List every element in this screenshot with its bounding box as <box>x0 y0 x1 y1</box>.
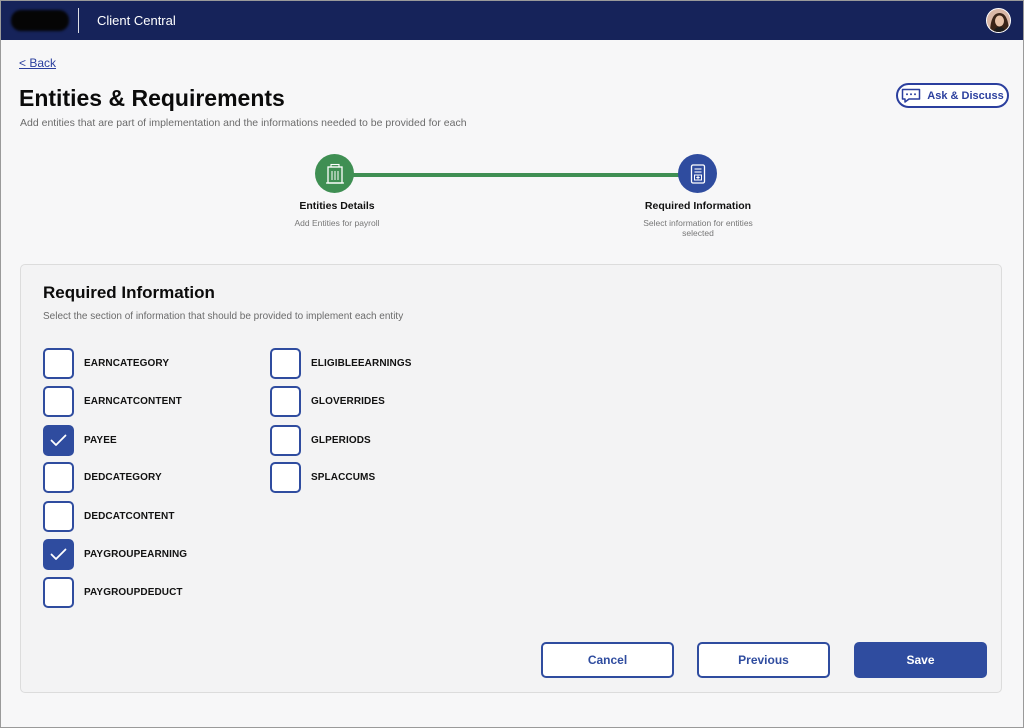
ask-discuss-label: Ask & Discuss <box>927 89 1004 102</box>
option-gloverrides[interactable]: GLOVERRIDES <box>270 386 385 417</box>
step-2-description: Select information for entities selected <box>643 218 753 238</box>
checkbox[interactable] <box>43 462 74 493</box>
checkbox[interactable] <box>43 425 74 456</box>
ask-discuss-button[interactable]: Ask & Discuss <box>896 83 1009 108</box>
page-title: Entities & Requirements <box>19 85 285 111</box>
header-divider <box>78 8 79 33</box>
option-label: PAYGROUPEARNING <box>84 549 188 560</box>
checkbox[interactable] <box>43 539 74 570</box>
avatar-image <box>987 9 1010 32</box>
checkbox[interactable] <box>270 386 301 417</box>
option-dedcategory[interactable]: DEDCATEGORY <box>43 462 162 493</box>
option-earncatcontent[interactable]: EARNCATCONTENT <box>43 386 182 417</box>
step-1-description: Add Entities for payroll <box>294 218 380 228</box>
option-glperiods[interactable]: GLPERIODS <box>270 425 371 456</box>
option-label: ELIGIBLEEARNINGS <box>311 358 412 369</box>
checkmark-icon <box>50 434 67 446</box>
checkbox[interactable] <box>43 577 74 608</box>
building-icon <box>325 163 344 184</box>
option-label: SPLACCUMS <box>311 472 376 483</box>
save-button[interactable]: Save <box>854 642 987 678</box>
step-2-circle[interactable] <box>678 154 717 193</box>
step-1-circle[interactable] <box>315 154 354 193</box>
company-logo[interactable] <box>11 10 69 31</box>
previous-button[interactable]: Previous <box>697 642 830 678</box>
option-dedcatcontent[interactable]: DEDCATCONTENT <box>43 501 175 532</box>
app-title: Client Central <box>97 13 176 28</box>
option-payee[interactable]: PAYEE <box>43 425 117 456</box>
option-label: EARNCATCONTENT <box>84 396 182 407</box>
checkbox[interactable] <box>43 348 74 379</box>
panel-title: Required Information <box>43 283 215 302</box>
checkbox[interactable] <box>270 425 301 456</box>
user-avatar[interactable] <box>986 8 1011 33</box>
option-paygroupdeduct[interactable]: PAYGROUPDEDUCT <box>43 577 183 608</box>
panel-subtitle: Select the section of information that s… <box>43 311 404 322</box>
top-bar: Client Central <box>1 1 1023 40</box>
step-1-label: Entities Details <box>299 200 375 212</box>
option-splaccums[interactable]: SPLACCUMS <box>270 462 375 493</box>
document-icon <box>690 163 705 184</box>
checkmark-icon <box>50 548 67 560</box>
stepper-connector <box>353 173 679 177</box>
step-2-label: Required Information <box>644 200 752 212</box>
option-paygroupearning[interactable]: PAYGROUPEARNING <box>43 539 187 570</box>
checkbox[interactable] <box>43 501 74 532</box>
option-label: DEDCATCONTENT <box>84 511 175 522</box>
page-subtitle: Add entities that are part of implementa… <box>20 117 467 129</box>
back-link[interactable]: < Back <box>19 56 56 70</box>
option-earncategory[interactable]: EARNCATEGORY <box>43 348 169 379</box>
checkbox[interactable] <box>270 348 301 379</box>
chat-bubble-icon <box>902 88 921 103</box>
option-eligibleearnings[interactable]: ELIGIBLEEARNINGS <box>270 348 412 379</box>
checkbox[interactable] <box>270 462 301 493</box>
option-label: DEDCATEGORY <box>84 472 162 483</box>
option-label: GLPERIODS <box>311 435 371 446</box>
option-label: EARNCATEGORY <box>84 358 170 369</box>
cancel-button[interactable]: Cancel <box>541 642 674 678</box>
option-label: PAYEE <box>84 435 117 446</box>
option-label: GLOVERRIDES <box>311 396 385 407</box>
option-label: PAYGROUPDEDUCT <box>84 587 183 598</box>
required-information-panel: Required Information Select the section … <box>20 264 1002 693</box>
checkbox[interactable] <box>43 386 74 417</box>
